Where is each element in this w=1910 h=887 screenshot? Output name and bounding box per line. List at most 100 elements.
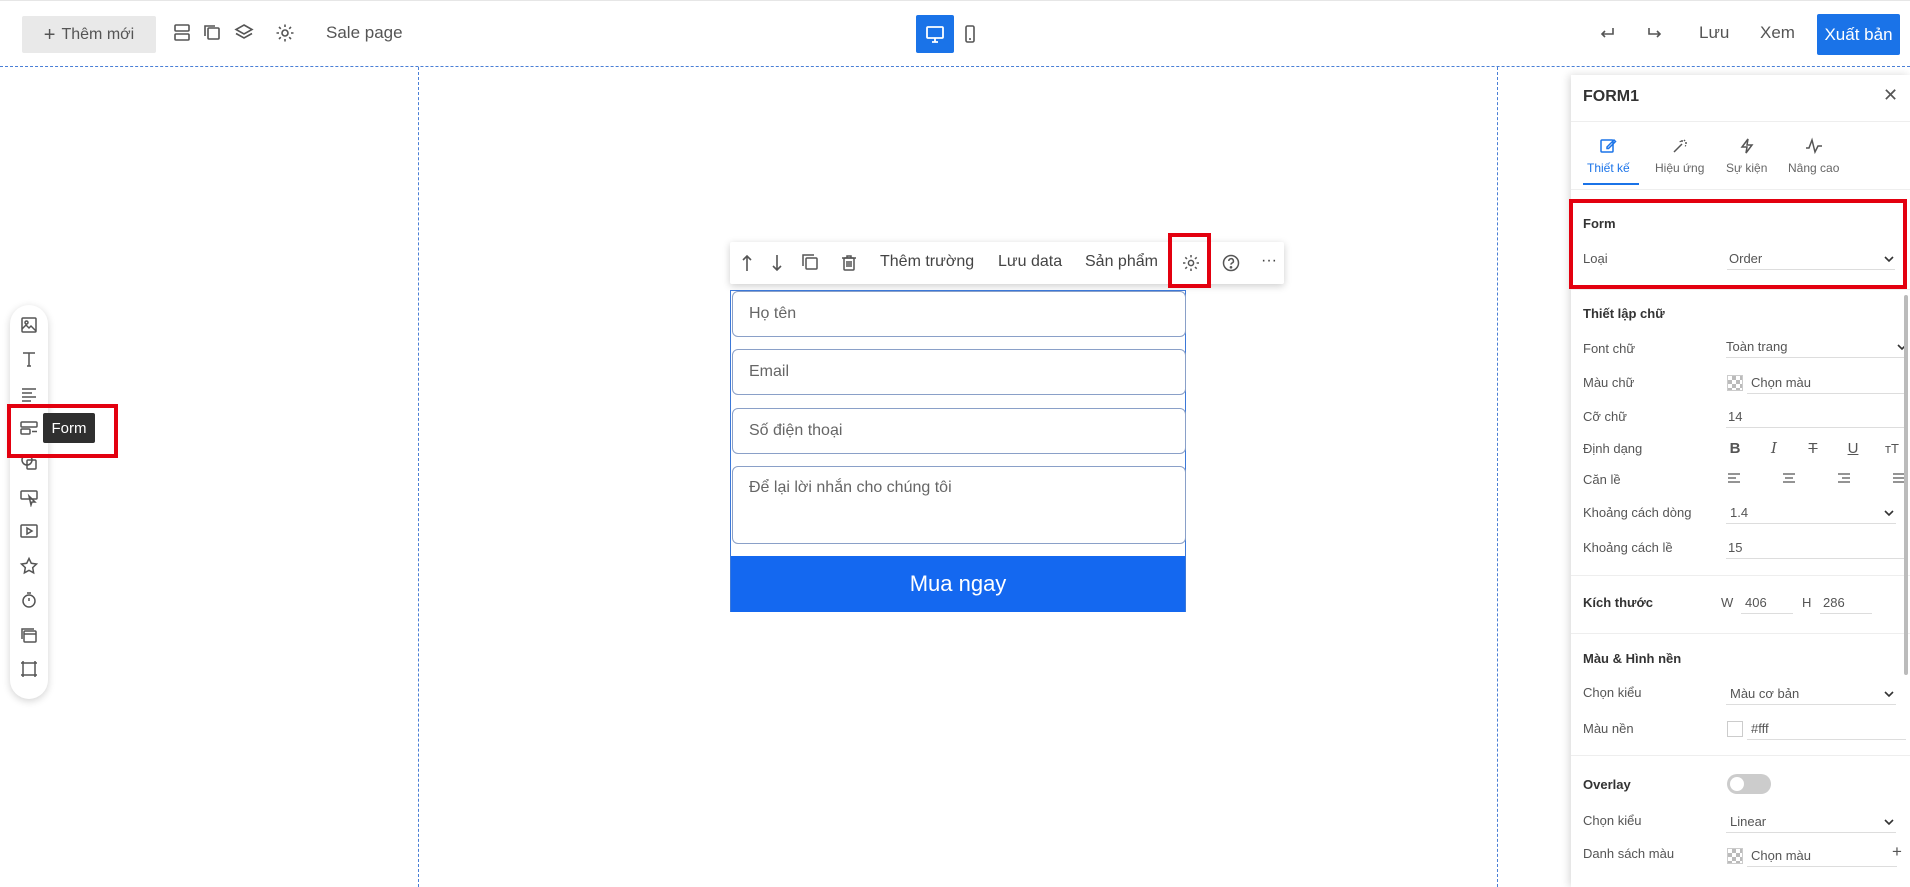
align-label: Căn lề <box>1583 472 1621 487</box>
tab-events[interactable]: Sự kiện <box>1726 137 1767 175</box>
tab-effects[interactable]: Hiệu ứng <box>1655 137 1704 175</box>
close-icon[interactable]: ✕ <box>1883 85 1898 106</box>
desktop-icon <box>926 26 944 43</box>
align-right-icon[interactable] <box>1836 472 1852 486</box>
size-section-title: Kích thước <box>1583 595 1653 610</box>
desktop-view-button[interactable] <box>916 15 954 53</box>
padding-label: Khoảng cách lề <box>1583 540 1673 555</box>
overlay-style-label: Chọn kiểu <box>1583 813 1642 828</box>
add-color-icon[interactable]: + <box>1892 842 1902 862</box>
text-icon[interactable] <box>19 349 39 369</box>
product-button[interactable]: Sản phẩm <box>1085 253 1158 271</box>
line-height-select[interactable]: 1.4 <box>1730 505 1748 520</box>
chevron-down-icon <box>1884 510 1894 517</box>
width-label: W <box>1721 595 1734 610</box>
tab-events-label: Sự kiện <box>1726 161 1768 175</box>
save-button[interactable]: Lưu <box>1699 23 1729 43</box>
text-color-label: Màu chữ <box>1583 375 1635 390</box>
color-list-picker[interactable]: Chọn màu <box>1751 848 1811 863</box>
divider <box>1571 289 1910 290</box>
paragraph-icon[interactable] <box>19 384 39 404</box>
width-input[interactable]: 406 <box>1745 595 1767 610</box>
pages-icon[interactable] <box>201 22 223 44</box>
add-field-button[interactable]: Thêm trường <box>880 253 974 271</box>
padding-input[interactable]: 15 <box>1728 540 1742 555</box>
image-icon[interactable] <box>19 315 39 335</box>
tab-advanced-label: Nâng cao <box>1788 161 1840 175</box>
select-underline <box>1726 832 1896 833</box>
video-icon[interactable] <box>19 521 39 541</box>
edit-icon <box>1600 138 1617 153</box>
undo-icon[interactable] <box>1596 22 1618 44</box>
align-left-icon[interactable] <box>1726 472 1742 486</box>
font-label: Font chữ <box>1583 341 1636 356</box>
panel-scrollbar[interactable] <box>1904 295 1908 675</box>
italic-icon[interactable]: I <box>1765 439 1783 457</box>
redo-icon[interactable] <box>1644 22 1666 44</box>
canvas-guide-left <box>418 67 419 887</box>
tab-advanced[interactable]: Nâng cao <box>1788 137 1839 175</box>
star-icon[interactable] <box>19 556 39 576</box>
buy-now-button[interactable]: Mua ngay <box>731 556 1185 612</box>
bg-color-label: Màu nền <box>1583 721 1634 736</box>
strikethrough-icon[interactable]: T <box>1804 439 1822 457</box>
more-options-button[interactable]: ··· <box>1261 252 1277 270</box>
add-new-label: Thêm mới <box>61 25 135 43</box>
message-field[interactable]: Để lại lời nhắn cho chúng tôi <box>732 466 1186 544</box>
move-up-icon[interactable] <box>739 253 759 273</box>
overlay-toggle[interactable] <box>1727 774 1771 794</box>
text-section-title: Thiết lập chữ <box>1583 306 1665 321</box>
input-underline <box>1726 427 1906 428</box>
text-case-icon[interactable]: тT <box>1883 439 1901 457</box>
toggle-knob <box>1730 777 1744 791</box>
overlay-style-select[interactable]: Linear <box>1730 814 1766 829</box>
font-select[interactable]: Toàn trang <box>1726 339 1787 354</box>
sections-icon[interactable] <box>171 22 193 44</box>
settings-gear-icon[interactable] <box>274 22 296 44</box>
delete-icon[interactable] <box>839 253 859 273</box>
email-field[interactable]: Email <box>732 349 1186 395</box>
phone-field[interactable]: Số điện thoại <box>732 408 1186 454</box>
divider <box>1571 189 1910 190</box>
color-list-swatch[interactable] <box>1727 848 1743 864</box>
divider <box>1571 121 1910 122</box>
underline-icon[interactable]: U <box>1844 439 1862 457</box>
bg-color-swatch[interactable] <box>1727 721 1743 737</box>
button-icon[interactable] <box>19 487 39 507</box>
divider <box>1571 755 1910 756</box>
properties-panel: FORM1 ✕ Thiết kế Hiệu ứng Sự kiện Nâng c… <box>1571 75 1910 887</box>
background-section-title: Màu & Hình nền <box>1583 651 1682 666</box>
divider <box>1571 575 1910 576</box>
height-input[interactable]: 286 <box>1823 595 1845 610</box>
line-height-label: Khoảng cách dòng <box>1583 505 1692 520</box>
duplicate-icon[interactable] <box>800 253 820 273</box>
text-color-swatch[interactable] <box>1727 375 1743 391</box>
add-new-button[interactable]: + Thêm mới <box>22 16 156 53</box>
layers-icon[interactable] <box>233 22 255 44</box>
tab-design[interactable]: Thiết kế <box>1587 137 1630 175</box>
timer-icon[interactable] <box>19 590 39 610</box>
select-underline <box>1726 704 1896 705</box>
name-field[interactable]: Họ tên <box>732 291 1186 337</box>
mobile-view-button[interactable] <box>951 15 989 53</box>
move-down-icon[interactable] <box>769 253 789 273</box>
preview-button[interactable]: Xem <box>1760 23 1795 43</box>
font-size-input[interactable]: 14 <box>1728 409 1742 424</box>
help-icon[interactable] <box>1221 253 1241 273</box>
bg-style-label: Chọn kiểu <box>1583 685 1642 700</box>
page-name[interactable]: Sale page <box>326 23 403 43</box>
save-data-button[interactable]: Lưu data <box>998 253 1062 271</box>
text-color-picker[interactable]: Chọn màu <box>1751 375 1811 390</box>
element-toolbar-left <box>10 305 48 699</box>
tab-effects-label: Hiệu ứng <box>1655 161 1705 175</box>
align-center-icon[interactable] <box>1781 472 1797 486</box>
bg-style-select[interactable]: Màu cơ bản <box>1730 686 1799 701</box>
bg-color-input[interactable]: #fff <box>1751 721 1769 736</box>
publish-button[interactable]: Xuất bản <box>1817 14 1900 55</box>
order-form[interactable]: Họ tên Email Số điện thoại Để lại lời nh… <box>730 290 1186 612</box>
form-settings-highlight <box>1168 233 1211 288</box>
bold-icon[interactable]: B <box>1726 439 1744 457</box>
format-label: Định dạng <box>1583 441 1643 456</box>
gallery-icon[interactable] <box>19 625 39 645</box>
frame-icon[interactable] <box>19 659 39 679</box>
